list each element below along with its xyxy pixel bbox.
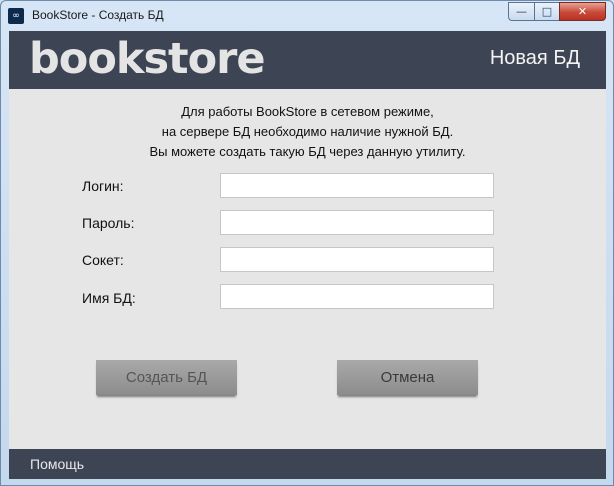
maximize-button[interactable]: □ [534, 2, 560, 21]
bookstore-logo: bookstore [29, 34, 266, 84]
dbname-label: Имя БД: [82, 290, 136, 306]
socket-label: Сокет: [82, 252, 124, 268]
create-db-button[interactable]: Создать БД [96, 360, 237, 395]
footer-bar: Помощь [9, 449, 606, 479]
help-link[interactable]: Помощь [30, 456, 84, 472]
dbname-field[interactable] [220, 284, 494, 309]
password-label: Пароль: [82, 215, 135, 231]
dialog-body: bookstore Новая БД Для работы BookStore … [9, 31, 606, 479]
page-title: Новая БД [489, 47, 580, 69]
title-bar[interactable]: ∞ BookStore - Создать БД — □ ✕ [1, 1, 613, 31]
login-field[interactable] [220, 173, 494, 198]
socket-field[interactable] [220, 247, 494, 272]
intro-line-2: на сервере БД необходимо наличие нужной … [161, 124, 454, 139]
intro-line-1: Для работы BookStore в сетевом режиме, [181, 104, 434, 119]
window-title: BookStore - Создать БД [32, 8, 164, 22]
login-label: Логин: [82, 178, 124, 194]
close-button[interactable]: ✕ [559, 2, 606, 21]
app-window: ∞ BookStore - Создать БД — □ ✕ bookstore… [0, 0, 614, 486]
intro-text: Для работы BookStore в сетевом режиме, н… [9, 102, 606, 162]
app-icon: ∞ [8, 8, 24, 24]
minimize-button[interactable]: — [508, 2, 535, 21]
intro-line-3: Вы можете создать такую БД через данную … [149, 144, 466, 159]
header-banner: bookstore Новая БД [9, 31, 606, 89]
password-field[interactable] [220, 210, 494, 235]
cancel-button[interactable]: Отмена [337, 360, 478, 395]
